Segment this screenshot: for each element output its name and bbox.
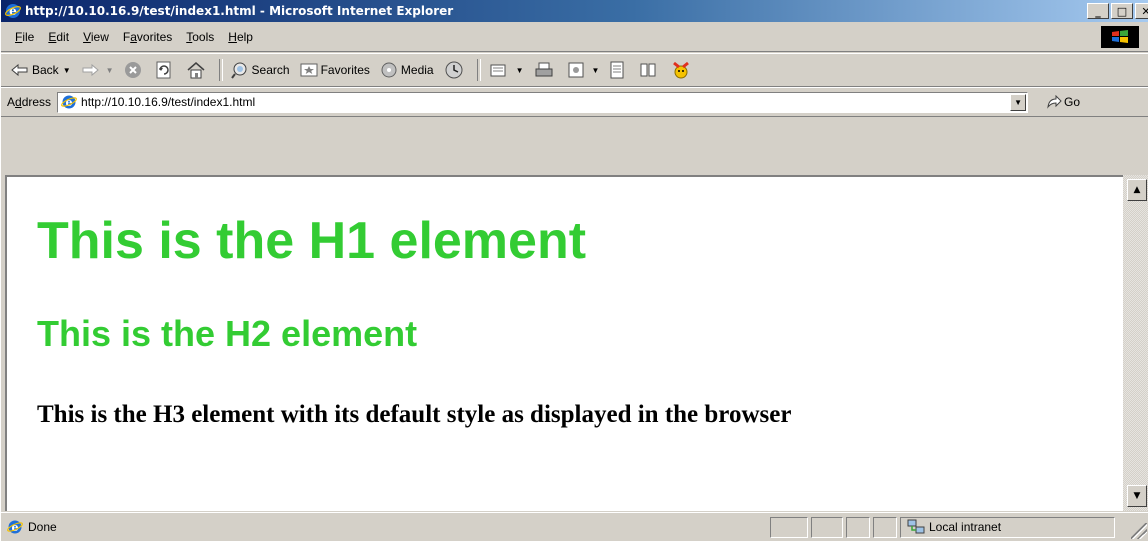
home-icon <box>187 62 205 79</box>
search-label: Search <box>251 63 290 77</box>
status-bar: e Done Local intranet <box>1 512 1148 541</box>
page-content[interactable]: This is the H1 element This is the H2 el… <box>5 175 1123 511</box>
h3-heading: This is the H3 element with its default … <box>37 401 792 428</box>
favorites-icon <box>300 63 318 77</box>
status-panel <box>873 516 897 538</box>
search-icon <box>230 62 247 79</box>
research-icon <box>640 63 656 77</box>
stop-icon <box>124 62 141 78</box>
ie-logo-icon: e <box>5 4 21 18</box>
mail-button[interactable]: ▼ <box>489 61 524 79</box>
intranet-zone-icon <box>907 519 925 534</box>
media-label: Media <box>400 63 434 77</box>
mail-icon <box>490 64 506 77</box>
discuss-icon <box>610 61 624 79</box>
menu-file-label: ile <box>22 29 35 44</box>
forward-dropdown-icon[interactable]: ▼ <box>106 66 114 75</box>
menu-view-accel: V <box>83 29 91 44</box>
title-bar[interactable]: e http://10.10.16.9/test/index1.html - M… <box>1 0 1148 22</box>
minimize-button[interactable]: _ <box>1087 3 1109 19</box>
status-page-icon: e <box>7 520 23 534</box>
back-label: Back <box>32 63 59 77</box>
resize-grip-icon[interactable] <box>1131 523 1147 539</box>
menu-favorites-accel: a <box>130 29 137 44</box>
mail-dropdown-icon[interactable]: ▼ <box>516 66 524 75</box>
address-field[interactable]: e ▼ <box>57 91 1029 113</box>
media-icon <box>381 62 397 78</box>
menu-tools-label: ools <box>192 29 215 44</box>
status-panel <box>770 516 808 538</box>
status-panel <box>811 516 843 538</box>
refresh-icon <box>156 61 171 79</box>
windows-flag-icon <box>1112 30 1128 43</box>
address-bar: Address e ▼ Go <box>1 87 1148 117</box>
windows-logo-throbber <box>1101 26 1139 48</box>
menu-view-label: iew <box>90 29 109 44</box>
stop-button[interactable] <box>124 61 145 79</box>
edit-dropdown-icon[interactable]: ▼ <box>592 66 600 75</box>
messenger-icon <box>673 61 690 79</box>
edit-page-icon <box>568 62 584 78</box>
vertical-scrollbar[interactable]: ▲ ▼ <box>1123 175 1148 511</box>
page-ie-icon: e <box>61 94 78 110</box>
status-message: e Done <box>1 517 767 538</box>
close-button[interactable]: ✕ <box>1135 3 1148 19</box>
scroll-down-button[interactable]: ▼ <box>1127 485 1147 507</box>
home-button[interactable] <box>186 61 209 79</box>
h1-heading: This is the H1 element <box>37 212 587 270</box>
menu-file[interactable]: File <box>15 30 34 44</box>
menu-view[interactable]: View <box>83 30 109 44</box>
print-icon <box>535 62 553 77</box>
address-label-rest: dress <box>21 95 52 109</box>
back-button[interactable]: Back ▼ <box>11 63 71 77</box>
print-button[interactable] <box>534 61 557 79</box>
refresh-button[interactable] <box>155 61 176 79</box>
address-label-pre: A <box>7 95 16 109</box>
history-icon <box>445 61 463 79</box>
research-button[interactable] <box>638 61 661 79</box>
address-input[interactable] <box>77 95 962 109</box>
address-label: Address <box>7 95 51 109</box>
search-button[interactable]: Search <box>230 61 290 79</box>
h2-heading: This is the H2 element <box>37 313 418 354</box>
back-dropdown-icon[interactable]: ▼ <box>63 66 71 75</box>
back-arrow-icon <box>11 63 28 77</box>
menu-favorites[interactable]: Favorites <box>123 30 172 44</box>
messenger-button[interactable] <box>671 60 694 80</box>
go-arrow-icon <box>1047 95 1062 109</box>
forward-button[interactable]: ▼ <box>81 63 114 77</box>
menu-bar: File Edit View Favorites Tools Help <box>1 22 1148 52</box>
history-button[interactable] <box>444 61 467 79</box>
favorites-label: Favorites <box>320 63 370 77</box>
menu-help[interactable]: Help <box>228 30 253 44</box>
go-label: Go <box>1064 95 1081 109</box>
status-text: Done <box>28 520 57 534</box>
menu-edit[interactable]: Edit <box>48 30 69 44</box>
menu-help-label: elp <box>236 29 253 44</box>
menu-tools[interactable]: Tools <box>186 30 214 44</box>
address-dropdown-icon[interactable]: ▼ <box>1010 93 1027 111</box>
scroll-up-button[interactable]: ▲ <box>1127 179 1147 201</box>
window-controls: _ □ ✕ <box>1087 3 1148 19</box>
window-title: http://10.10.16.9/test/index1.html - Mic… <box>25 4 454 18</box>
standard-toolbar: Back ▼ ▼ Search Favorites Media ▼ ▼ <box>1 53 1148 87</box>
menu-help-accel: H <box>228 29 237 44</box>
media-button[interactable]: Media <box>380 61 434 79</box>
security-zone[interactable]: Local intranet <box>900 516 1115 538</box>
menu-favorites-label: vorites <box>136 29 173 44</box>
discuss-button[interactable] <box>609 61 628 79</box>
favorites-button[interactable]: Favorites <box>300 62 370 78</box>
menu-edit-label: dit <box>56 29 70 44</box>
edit-button[interactable]: ▼ <box>567 61 600 79</box>
toolbar-separator <box>476 59 481 81</box>
browser-window: e http://10.10.16.9/test/index1.html - M… <box>0 0 1148 541</box>
address-label-accel: d <box>15 95 22 109</box>
go-button[interactable]: Go <box>1046 95 1080 109</box>
maximize-button[interactable]: □ <box>1111 3 1133 19</box>
forward-arrow-icon <box>82 63 99 77</box>
zone-label: Local intranet <box>929 520 1002 534</box>
toolbar-separator <box>218 59 223 81</box>
status-panel <box>846 516 870 538</box>
